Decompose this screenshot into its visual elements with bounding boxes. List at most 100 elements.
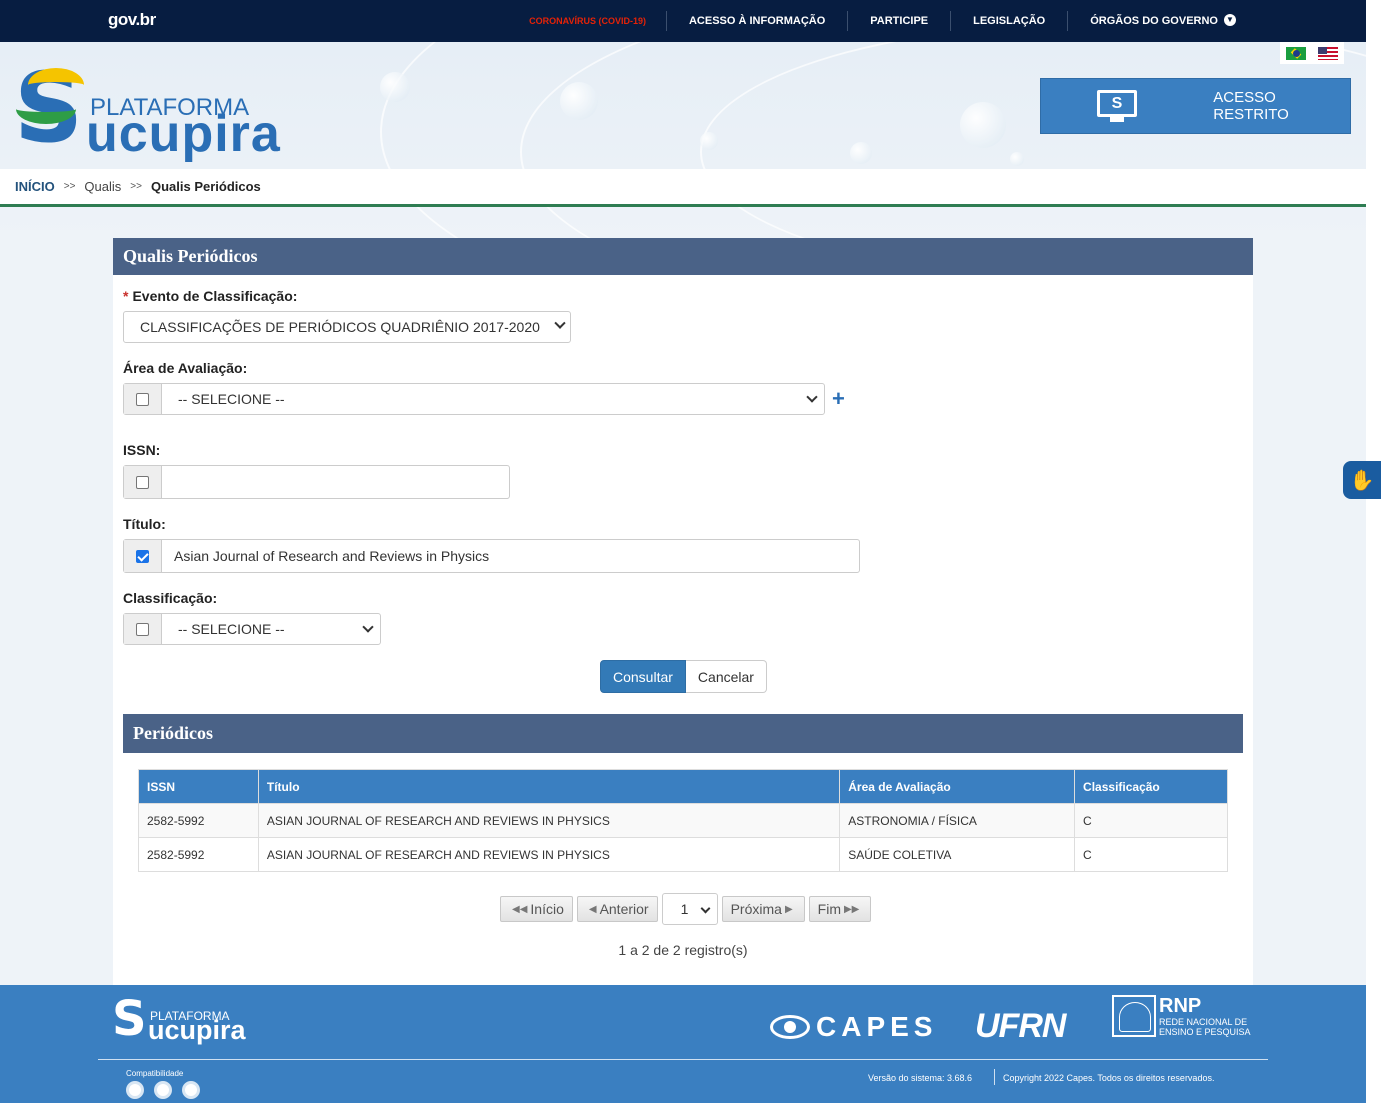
nav-legislacao[interactable]: LEGISLAÇÃO [950,11,1067,31]
evento-label: * Evento de Classificação: [123,288,298,304]
evento-value: CLASSIFICAÇÕES DE PERIÓDICOS QUADRIÊNIO … [140,319,540,335]
footer: S PLATAFORMA ucupira CAPES UFRN RNP REDE… [0,985,1366,1103]
chevron-down-icon: ▼ [1224,14,1236,26]
issn-checkbox[interactable] [136,475,149,489]
classificacao-group: -- SELECIONE -- [123,613,381,645]
col-classificacao[interactable]: Classificação [1074,769,1228,804]
classificacao-checkbox-addon [124,614,162,644]
sucupira-s-icon: S [14,52,84,164]
record-count: 1 a 2 de 2 registro(s) [618,942,748,958]
issn-group [123,465,510,499]
breadcrumb-qualis[interactable]: Qualis [84,179,121,194]
area-label: Área de Avaliação: [123,360,248,376]
results-table: ISSN Título Área de Avaliação Classifica… [138,769,1228,872]
titulo-input[interactable]: Asian Journal of Research and Reviews in… [162,540,859,572]
copyright: Copyright 2022 Capes. Todos os direitos … [1003,1073,1215,1083]
prev-page-button[interactable]: ◀ Anterior [576,896,658,922]
footer-separator [994,1069,995,1085]
acesso-restrito-label: ACESSO RESTRITO [1213,89,1289,123]
consultar-button[interactable]: Consultar [600,660,686,693]
sucupira-logo[interactable]: S PLATAFORMA ucupira [14,52,289,164]
add-area-icon[interactable]: + [832,388,845,410]
cell-issn: 2582-5992 [138,837,259,872]
cell-area: SAÚDE COLETIVA [839,837,1076,872]
gov-bar: gov.br CORONAVÍRUS (COVID-19) ACESSO À I… [0,0,1366,42]
language-flags [1280,42,1344,64]
issn-input[interactable] [162,466,509,498]
area-select[interactable]: -- SELECIONE -- [162,384,824,414]
rnp-line2: ENSINO E PESQUISA [1159,1027,1251,1037]
footer-s-icon: S [112,991,147,1047]
table-row: 2582-5992 ASIAN JOURNAL OF RESEARCH AND … [138,837,1228,872]
nav-covid[interactable]: CORONAVÍRUS (COVID-19) [507,11,666,31]
nav-orgaos-label: ÓRGÃOS DO GOVERNO [1090,15,1218,27]
area-checkbox[interactable] [136,392,149,406]
cancelar-button[interactable]: Cancelar [685,660,767,693]
classificacao-checkbox[interactable] [136,622,149,636]
capes-logo[interactable]: CAPES [770,1011,937,1043]
flag-usa-icon[interactable] [1318,46,1338,60]
last-page-icon: ▶▶ [843,903,860,915]
page-edge [1366,0,1381,1103]
nav-orgaos-governo[interactable]: ÓRGÃOS DO GOVERNO ▼ [1067,11,1258,31]
rnp-line1: REDE NACIONAL DE [1159,1017,1248,1027]
safari-icon [182,1081,200,1099]
logo-name: ucupira [86,105,281,163]
next-page-button[interactable]: Próxima ▶ [721,896,805,922]
evento-select[interactable]: CLASSIFICAÇÕES DE PERIÓDICOS QUADRIÊNIO … [123,311,571,343]
cell-titulo: ASIAN JOURNAL OF RESEARCH AND REVIEWS IN… [257,803,841,838]
titulo-group: Asian Journal of Research and Reviews in… [123,539,860,573]
breadcrumb: INÍCIO >> Qualis >> Qualis Periódicos [0,169,1366,207]
compat-label: Compatibilidade [126,1069,184,1078]
results-title: Periódicos [123,714,1243,753]
breadcrumb-current: Qualis Periódicos [150,179,261,194]
first-page-button[interactable]: ◀◀ Início [500,896,573,922]
table-row: 2582-5992 ASIAN JOURNAL OF RESEARCH AND … [138,803,1228,838]
chevron-down-icon [362,621,374,633]
col-titulo[interactable]: Título [257,769,841,804]
area-group: -- SELECIONE -- [123,383,825,415]
form-actions: Consultar Cancelar [600,660,767,693]
browser-icons [126,1081,210,1099]
table-header-row: ISSN Título Área de Avaliação Classifica… [138,769,1228,804]
nav-acesso-informacao[interactable]: ACESSO À INFORMAÇÃO [665,11,847,31]
titulo-checkbox[interactable] [136,549,149,563]
system-version: Versão do sistema: 3.68.6 [868,1073,973,1083]
pagination: ◀◀ Início ◀ Anterior 1 Próxima ▶ Fim ▶▶ [500,893,875,925]
breadcrumb-separator: >> [63,181,76,192]
capes-eye-icon [770,1015,810,1039]
chevron-down-icon [806,391,818,403]
ufrn-logo[interactable]: UFRN [975,1007,1066,1046]
page-select[interactable]: 1 [661,893,718,925]
first-page-icon: ◀◀ [512,903,528,915]
classificacao-label: Classificação: [123,590,218,606]
col-area[interactable]: Área de Avaliação [839,769,1076,804]
acesso-restrito-button[interactable]: S ACESSO RESTRITO [1040,78,1351,134]
chrome-icon [126,1081,144,1099]
next-page-icon: ▶ [784,903,793,915]
breadcrumb-home[interactable]: INÍCIO [15,179,55,194]
panel-title: Qualis Periódicos [113,238,1253,275]
rnp-title: RNP [1159,995,1202,1017]
cell-titulo: ASIAN JOURNAL OF RESEARCH AND REVIEWS IN… [257,837,841,872]
firefox-icon [154,1081,172,1099]
monitor-s-icon: S [1095,90,1137,122]
nav-participe[interactable]: PARTICIPE [847,11,950,31]
rnp-globe-icon [1112,995,1156,1037]
rnp-logo[interactable]: RNP REDE NACIONAL DE ENSINO E PESQUISA [1112,995,1251,1037]
footer-logo-name: ucupira [148,1015,246,1045]
govbr-logo[interactable]: gov.br [108,10,156,30]
last-page-button[interactable]: Fim ▶▶ [808,896,872,922]
col-issn[interactable]: ISSN [138,769,259,804]
flag-brazil-icon[interactable] [1286,46,1306,60]
vlibras-hands-icon[interactable]: ✋ [1343,461,1381,499]
titulo-label: Título: [123,516,166,532]
chevron-down-icon [700,903,711,914]
chevron-down-icon [554,317,566,329]
classificacao-select[interactable]: -- SELECIONE -- [162,614,380,644]
cell-issn: 2582-5992 [138,803,259,838]
issn-label: ISSN: [123,442,161,458]
gov-nav: CORONAVÍRUS (COVID-19) ACESSO À INFORMAÇ… [507,0,1258,42]
cell-classificacao: C [1074,837,1228,872]
cell-area: ASTRONOMIA / FÍSICA [839,803,1076,838]
